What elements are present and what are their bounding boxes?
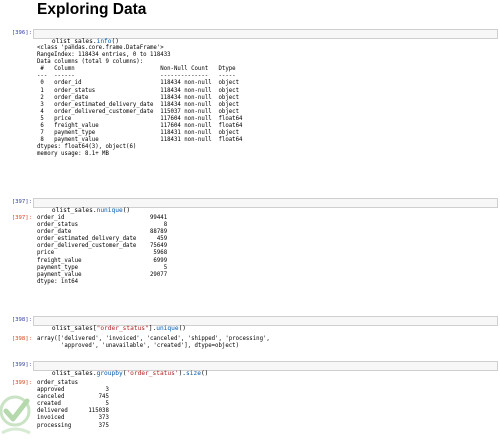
code-token: () [122,207,131,214]
code-token: groupby [96,370,123,377]
output-prompt: [399]: [11,380,32,386]
cell-output: array(['delivered', 'invoiced', 'cancele… [37,336,270,350]
code-token: () [111,38,119,45]
code-input[interactable]: olist_sales["order_status"].unique() [33,316,498,332]
input-prompt: [399]: [11,362,32,368]
code-token: 'order_status' [126,370,179,377]
cell-output: order_id 99441 order_status 8 order_date… [37,215,168,285]
check-shield-icon [0,389,34,441]
code-token: olist_sales. [51,38,97,45]
code-token: () [178,325,187,332]
code-input[interactable]: olist_sales.nunique() [33,198,498,214]
output-prompt: [397]: [11,215,32,221]
code-token: info [96,38,112,45]
page-title: Exploring Data [37,1,147,18]
code-token: ). [178,370,187,377]
code-token: "order_status" [96,325,149,332]
code-token: olist_sales. [51,207,97,214]
code-token: olist_sales. [51,370,97,377]
code-token: olist_sales[ [51,325,97,332]
cell-output: order_status approved 3 canceled 745 cre… [37,380,109,429]
input-prompt: [396]: [11,30,32,36]
cell-output: <class 'pandas.core.frame.DataFrame'> Ra… [37,45,243,158]
code-input[interactable]: olist_sales.groupby('order_status').size… [33,361,498,377]
output-prompt: [398]: [11,336,32,342]
code-token: nunique [96,207,123,214]
input-prompt: [397]: [11,199,32,205]
code-token: unique [156,325,179,332]
code-input[interactable]: olist_sales.info() [33,29,498,45]
code-token: () [200,370,209,377]
input-prompt: [398]: [11,317,32,323]
code-token: size [186,370,201,377]
